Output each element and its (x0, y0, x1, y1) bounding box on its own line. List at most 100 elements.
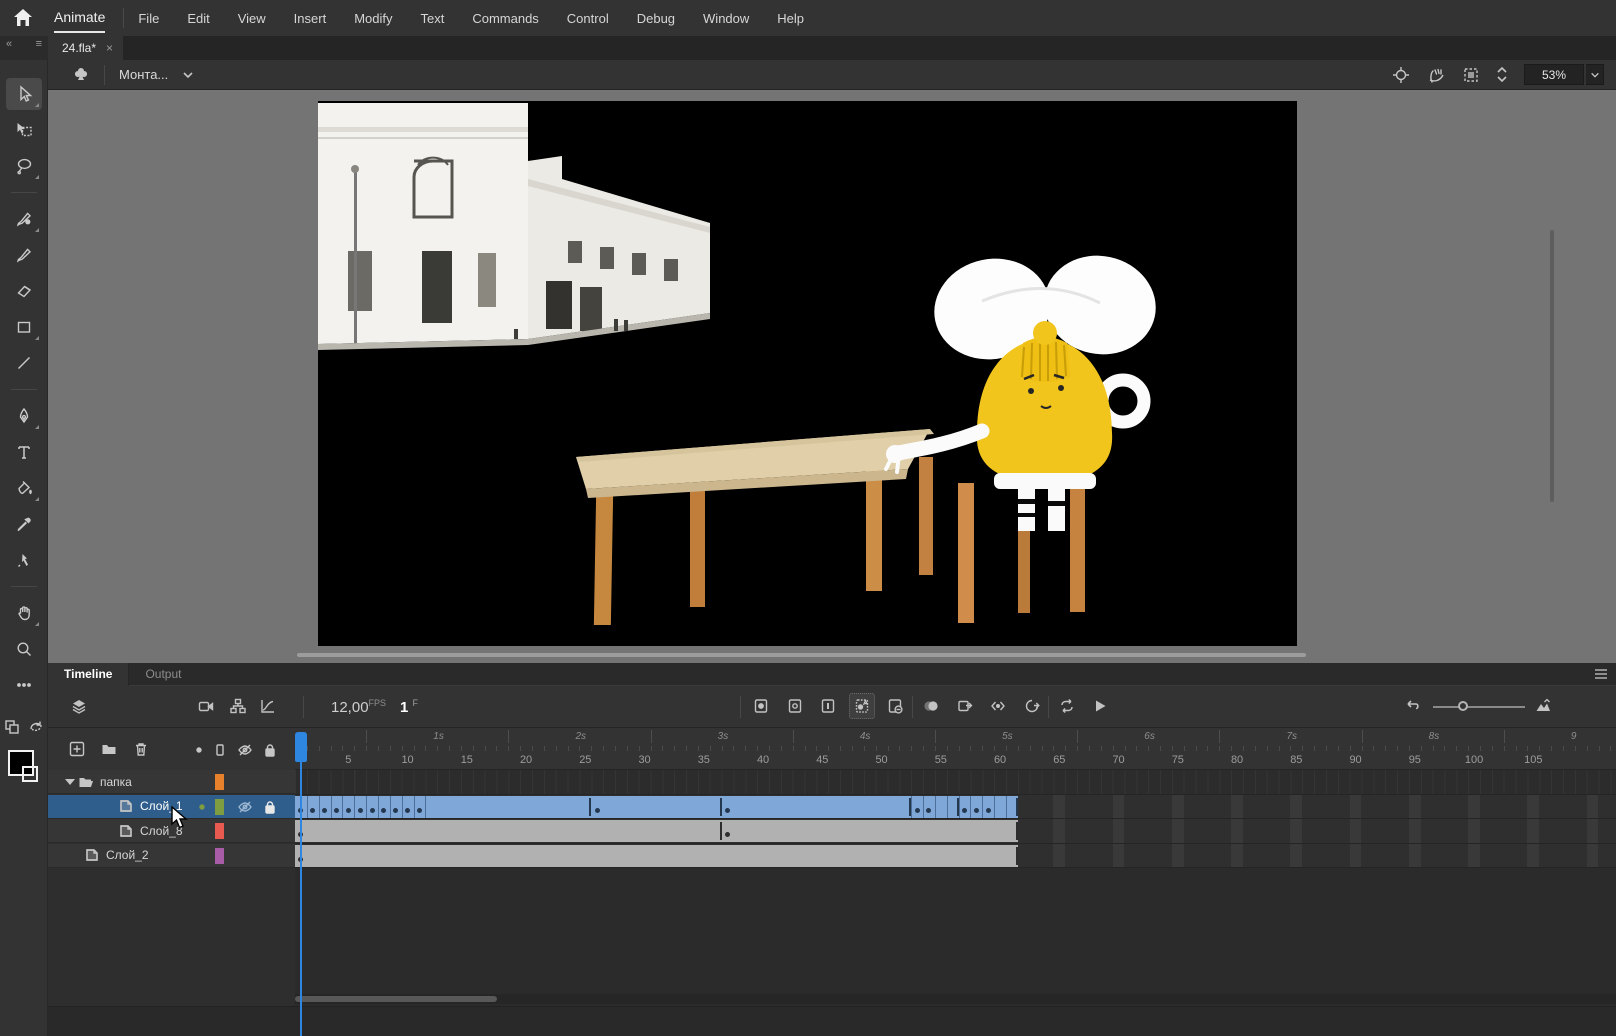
frame-row-Слой_8[interactable] (295, 819, 1616, 844)
menu-file[interactable]: File (138, 11, 159, 26)
edit-multiple-frames-button[interactable] (952, 693, 978, 719)
tab-timeline[interactable]: Timeline (48, 663, 130, 686)
layer-color-swatch[interactable] (215, 847, 224, 864)
visibility-column-icon[interactable] (237, 742, 253, 758)
panel-menu-icon[interactable] (1594, 667, 1608, 685)
lock-column-icon[interactable] (262, 742, 278, 758)
keyframe-dot[interactable] (405, 807, 411, 813)
tab-close-icon[interactable]: × (106, 41, 113, 55)
highlight-column-icon[interactable] (191, 742, 207, 758)
layer-locked-icon[interactable] (262, 799, 278, 815)
playhead-line[interactable] (299, 762, 302, 1036)
layer-row-папка[interactable]: папка (48, 770, 295, 794)
zoom-dropdown-icon[interactable] (1586, 64, 1604, 85)
camera-button[interactable] (193, 693, 219, 719)
keyframe-dot[interactable] (333, 807, 339, 813)
stage-horizontal-scrollbar[interactable] (297, 653, 1306, 657)
layer-hidden-icon[interactable] (237, 799, 253, 815)
center-stage-icon[interactable] (1392, 66, 1410, 84)
edit-symbols-icon[interactable] (72, 66, 90, 84)
line-tool[interactable] (6, 347, 42, 379)
home-icon[interactable] (0, 0, 46, 36)
paint-bucket-tool[interactable] (6, 472, 42, 504)
asset-warp-tool[interactable] (6, 544, 42, 576)
stage-zoom-value[interactable]: 53% (1524, 64, 1584, 85)
menu-commands[interactable]: Commands (472, 11, 538, 26)
layer-row-Слой_1[interactable]: Слой_1 (48, 794, 295, 819)
layer-color-swatch[interactable] (215, 823, 224, 840)
classic-brush-tool[interactable] (6, 239, 42, 271)
text-tool[interactable] (6, 436, 42, 468)
rotation-tool-icon[interactable] (1426, 66, 1446, 84)
menu-text[interactable]: Text (420, 11, 444, 26)
frame-span[interactable] (295, 820, 1018, 843)
zoom-stepper[interactable] (1496, 66, 1508, 83)
menu-modify[interactable]: Modify (354, 11, 392, 26)
app-title[interactable]: Animate (46, 0, 123, 36)
zoom-tool[interactable] (6, 633, 42, 665)
layer-highlight-dot[interactable] (194, 799, 210, 815)
frame-advance-button[interactable] (1019, 693, 1045, 719)
document-tab[interactable]: 24.fla* × (48, 36, 124, 60)
delete-layer-button[interactable] (132, 740, 150, 758)
loop-button[interactable] (1054, 693, 1080, 719)
onion-skin-button[interactable] (918, 693, 944, 719)
add-folder-button[interactable] (100, 740, 118, 758)
layer-row-Слой_2[interactable]: Слой_2 (48, 843, 295, 868)
rotate-canvas-icon[interactable] (28, 719, 44, 740)
frame-row-Слой_2[interactable] (295, 843, 1616, 869)
menu-view[interactable]: View (238, 11, 266, 26)
current-frame[interactable]: 1 F (400, 698, 418, 716)
layer-color-swatch[interactable] (215, 798, 224, 815)
frames-pane[interactable]: 1s 2s 3s 4s 5s 6s 7s 8s 9 5 10 15 20 25 30 35 40 45 50 55 60… (295, 728, 1616, 1036)
timeline-zoom-knob[interactable] (1458, 701, 1468, 711)
lasso-tool[interactable] (6, 150, 42, 182)
clip-content-icon[interactable] (1462, 66, 1480, 84)
insert-keyframe-button[interactable] (748, 693, 774, 719)
playhead-handle[interactable] (295, 732, 307, 762)
fluid-brush-tool[interactable] (6, 203, 42, 235)
delete-frame-button[interactable] (882, 693, 908, 719)
keyframe-dot[interactable] (357, 807, 363, 813)
motion-editor-button[interactable] (255, 693, 281, 719)
pen-tool[interactable] (6, 400, 42, 432)
insert-frame-button[interactable] (815, 693, 841, 719)
keyframe-dot[interactable] (973, 807, 979, 813)
keyframe-dot[interactable] (985, 807, 991, 813)
layer-color-swatch[interactable] (215, 774, 224, 790)
hand-tool[interactable] (6, 597, 42, 629)
eraser-tool[interactable] (6, 275, 42, 307)
collapse-panels-icon[interactable]: « (6, 38, 12, 58)
snap-object-icon[interactable] (4, 719, 20, 740)
rectangle-tool[interactable] (6, 311, 42, 343)
keyframe-dot[interactable] (725, 807, 731, 813)
more-tools-tool[interactable] (6, 669, 42, 701)
keyframe-dot[interactable] (594, 807, 600, 813)
eyedropper-tool[interactable] (6, 508, 42, 540)
toolbar-options-icon[interactable]: ≡ (36, 38, 42, 58)
menu-insert[interactable]: Insert (294, 11, 327, 26)
insert-blank-keyframe-button[interactable] (782, 693, 808, 719)
keyframe-dot[interactable] (322, 807, 328, 813)
keyframe-dot[interactable] (393, 807, 399, 813)
layer-parenting-button[interactable] (225, 693, 251, 719)
layer-name[interactable]: папка (100, 775, 132, 789)
stage-canvas[interactable] (318, 101, 1297, 646)
menu-edit[interactable]: Edit (187, 11, 209, 26)
menu-help[interactable]: Help (777, 11, 804, 26)
layer-name[interactable]: Слой_2 (106, 848, 149, 862)
free-transform-tool[interactable] (6, 114, 42, 146)
play-button[interactable] (1087, 693, 1113, 719)
timeline-ruler[interactable]: 1s 2s 3s 4s 5s 6s 7s 8s 9 5 10 15 20 25 30 35 40 45 50 55 60… (295, 728, 1616, 770)
keyframe-dot[interactable] (310, 807, 316, 813)
onion-range-button[interactable] (985, 693, 1011, 719)
scene-dropdown-icon[interactable] (182, 69, 194, 81)
layer-row-Слой_8[interactable]: Слой_8 (48, 819, 295, 844)
frame-rate[interactable]: 12,00FPS (331, 698, 386, 716)
menu-control[interactable]: Control (567, 11, 609, 26)
selection-tool[interactable] (5, 78, 42, 110)
layer-name[interactable]: Слой_1 (140, 799, 183, 813)
keyframe-dot[interactable] (369, 807, 375, 813)
frame-row-папка[interactable] (295, 770, 1616, 795)
keyframe-dot[interactable] (962, 807, 968, 813)
